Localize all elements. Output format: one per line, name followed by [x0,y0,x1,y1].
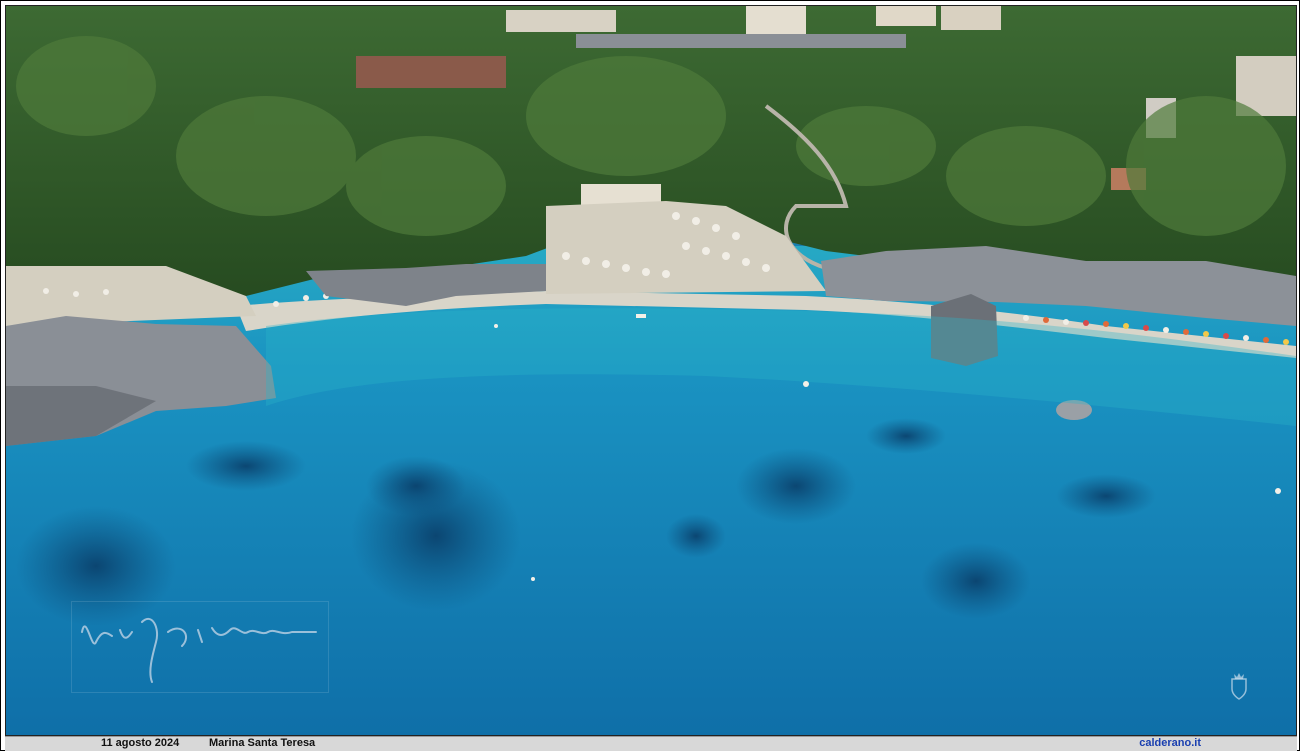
handwritten-signature-icon [81,617,317,683]
caption-date: 11 agosto 2024 [101,737,180,749]
caption-site-link[interactable]: calderano.it [1139,737,1201,749]
crest-icon [1229,671,1249,701]
caption-bar: 11 agosto 2024 Marina Santa Teresa calde… [5,736,1297,751]
photo-frame: 11 agosto 2024 Marina Santa Teresa calde… [0,0,1300,751]
signature-watermark [71,601,329,693]
caption-place: Marina Santa Teresa [209,737,316,749]
